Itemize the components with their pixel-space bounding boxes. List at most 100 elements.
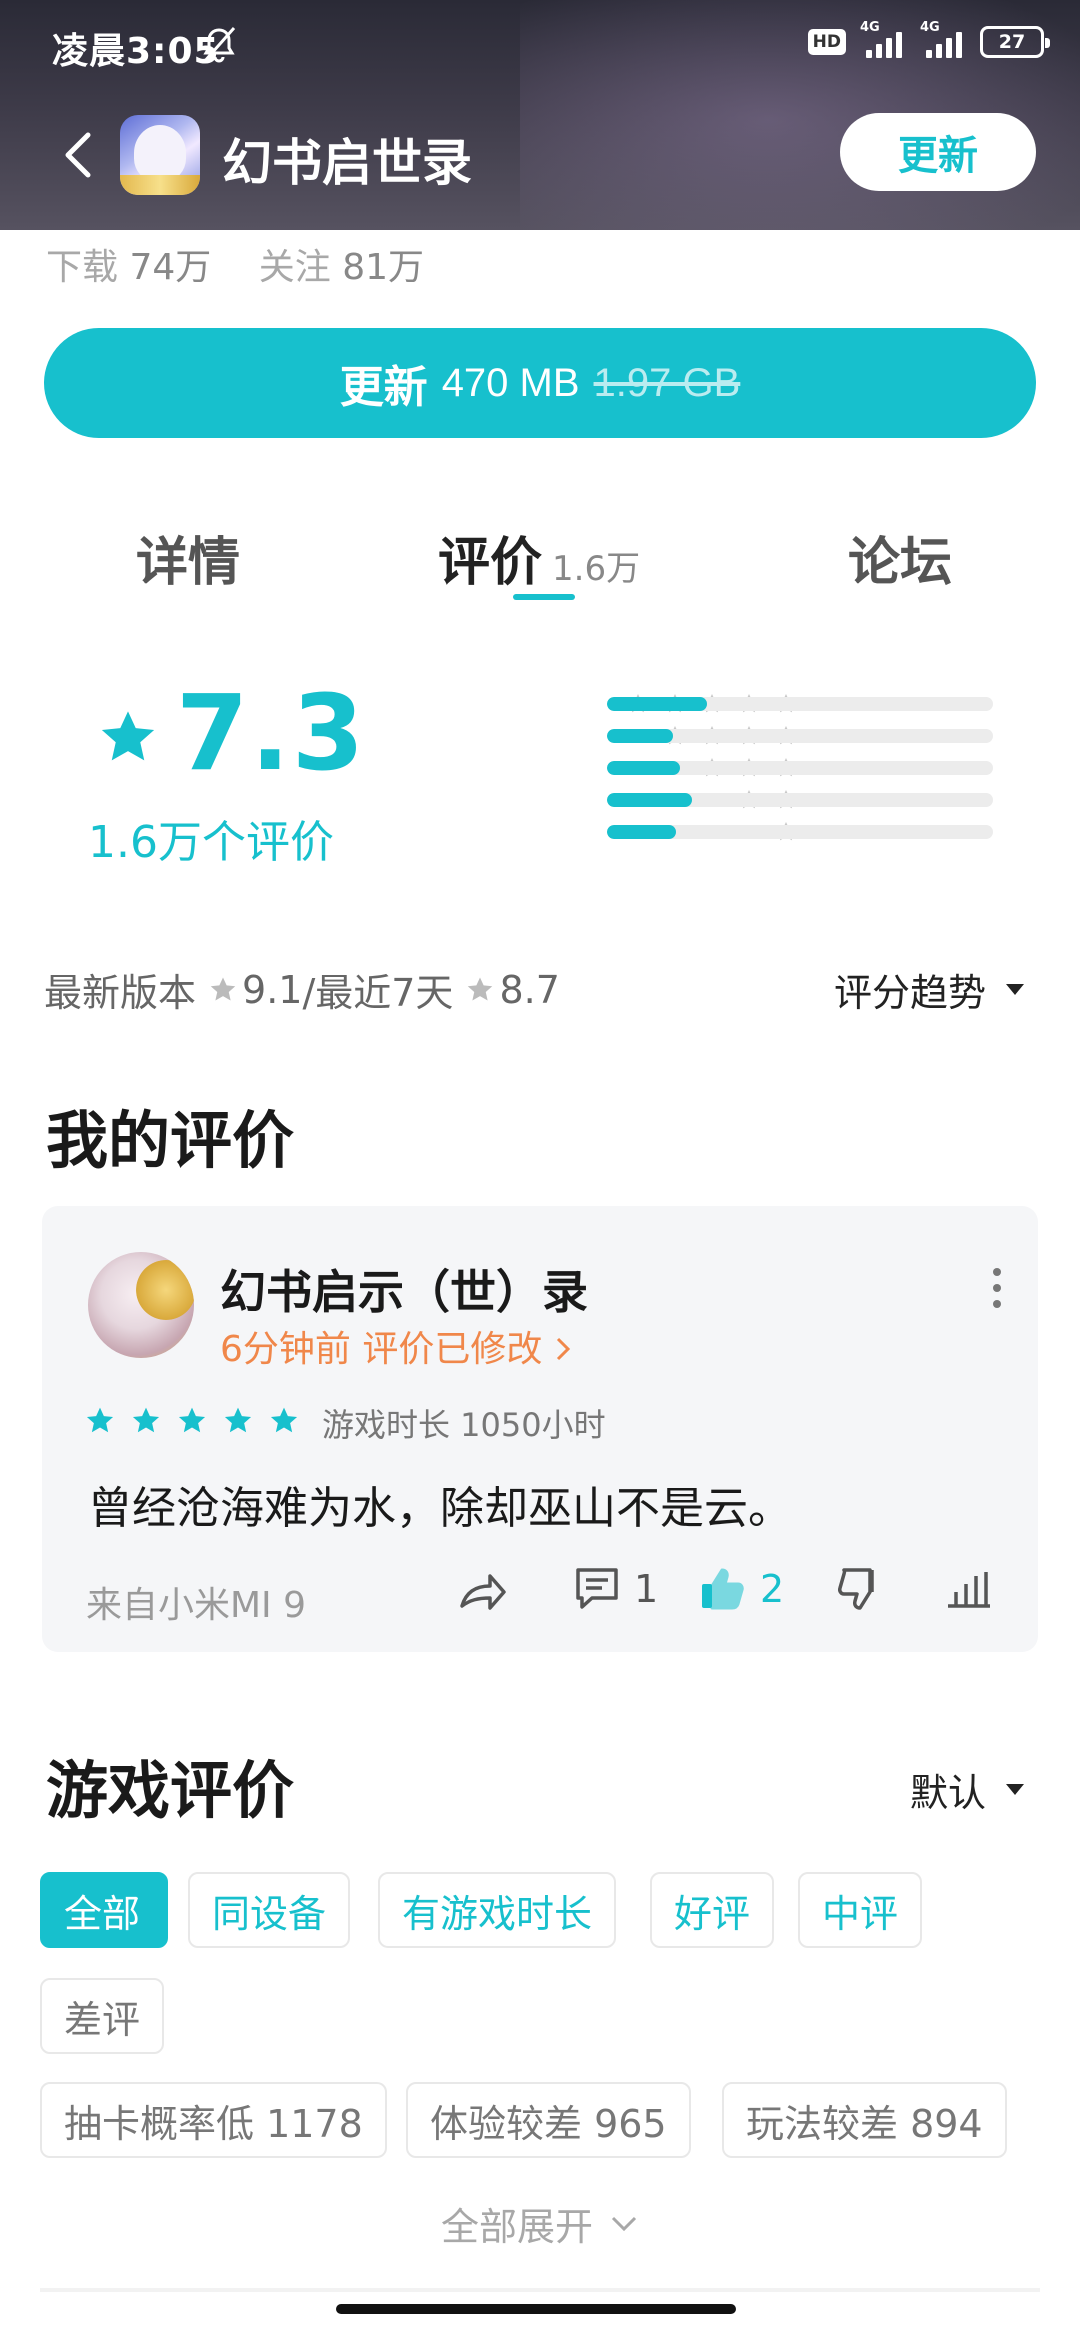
silent-bell-icon — [202, 27, 236, 63]
downloads-label: 下载 — [46, 247, 119, 288]
share-button[interactable] — [454, 1562, 508, 1616]
home-indicator[interactable] — [336, 2304, 736, 2314]
hd-icon: HD — [807, 29, 846, 55]
filter-positive[interactable]: 好评 — [650, 1872, 775, 1948]
more-options-icon[interactable] — [992, 1266, 1002, 1310]
comment-count: 1 — [634, 1567, 659, 1611]
recent-days-score: 8.7 — [499, 967, 560, 1012]
system-icons: HD 4G 4G 27 — [807, 20, 1050, 58]
like-count: 2 — [760, 1567, 785, 1611]
rating-trend-dropdown[interactable]: 评分趋势 — [834, 962, 1024, 1017]
active-tab-indicator — [513, 594, 575, 600]
rating-distribution — [410, 688, 1010, 848]
filter-negative[interactable]: 差评 — [40, 1978, 165, 2054]
downloads-value: 74万 — [129, 247, 212, 288]
review-username: 幻书启示（世）录 — [220, 1265, 588, 1319]
battery-level: 27 — [998, 31, 1026, 53]
signal-icon: 4G — [860, 20, 906, 58]
rating-bar-fill — [607, 761, 681, 775]
header-update-button[interactable]: 更新 — [840, 113, 1036, 191]
rating-count: 1.6万个评价 — [88, 817, 334, 868]
rating-bar-fill — [607, 697, 708, 711]
review-star-icon — [130, 1405, 162, 1441]
rating-score: 7.3 — [176, 672, 367, 794]
playtime: 游戏时长 1050小时 — [322, 1406, 606, 1444]
review-meta-text: 6分钟前 评价已修改 — [220, 1329, 543, 1370]
review-text: 曾经沧海难为水，除却巫山不是云。 — [88, 1483, 792, 1534]
game-reviews-heading: 游戏评价 — [46, 1754, 295, 1827]
update-button-label: 更新 — [339, 363, 428, 412]
rating-bar-fill — [607, 729, 673, 743]
network-type-label: 4G — [860, 20, 880, 35]
tag-chip[interactable]: 体验较差 965 — [406, 2082, 691, 2158]
tag-chip[interactable]: 玩法较差 894 — [722, 2082, 1007, 2158]
tag-chip[interactable]: 抽卡概率低 1178 — [40, 2082, 387, 2158]
tab-bar: 详情 评价 1.6万 论坛 — [0, 510, 1080, 610]
recent-version-score: 9.1 — [242, 967, 303, 1012]
my-review-card[interactable]: 幻书启示（世）录 6分钟前 评价已修改 游戏时长 1050小时 曾经沧海难为水，… — [42, 1206, 1038, 1652]
share-icon — [460, 1574, 506, 1610]
rating-summary: 7.3 1.6万个评价 — [88, 672, 396, 880]
small-star-icon — [210, 977, 236, 1000]
my-review-heading: 我的评价 — [46, 1104, 295, 1177]
rating-distribution-row — [410, 688, 1010, 720]
tab-reviews[interactable]: 评价 1.6万 — [438, 520, 640, 595]
filter-neutral[interactable]: 中评 — [798, 1872, 923, 1948]
rating-distribution-row — [410, 784, 1010, 816]
network-type-label-2: 4G — [920, 20, 940, 35]
tab-reviews-label: 评价 — [438, 533, 543, 593]
rating-bar-fill — [607, 793, 692, 807]
comment-button[interactable]: 1 — [570, 1562, 658, 1616]
status-bar: 凌晨3:05 HD 4G 4G 27 — [0, 0, 1080, 90]
recent-version-label: 最新版本 — [44, 971, 197, 1015]
status-time: 凌晨3:05 — [52, 31, 220, 72]
rating-bar — [607, 793, 993, 807]
thumbs-down-icon — [838, 1568, 874, 1610]
bar-chart-icon — [948, 1572, 990, 1608]
expand-all-label: 全部展开 — [440, 2205, 593, 2249]
expand-all-button[interactable]: 全部展开 — [0, 2196, 1080, 2251]
avatar[interactable] — [88, 1252, 194, 1358]
review-star-icon — [84, 1405, 116, 1441]
thumbs-up-icon — [702, 1568, 744, 1610]
rating-bar — [607, 761, 993, 775]
rating-bar — [607, 697, 993, 711]
tab-reviews-count: 1.6万 — [552, 549, 641, 589]
battery-icon: 27 — [980, 26, 1050, 58]
sort-dropdown[interactable]: 默认 — [910, 1762, 1024, 1817]
review-stars: 游戏时长 1050小时 — [84, 1400, 606, 1446]
update-size: 470 MB — [441, 360, 580, 405]
tab-forum[interactable]: 论坛 — [848, 520, 952, 595]
follows-value: 81万 — [342, 247, 425, 288]
small-star-icon-2 — [468, 977, 493, 1000]
dropdown-caret-icon — [1006, 1784, 1024, 1795]
comment-icon — [576, 1568, 618, 1609]
rating-bar-fill — [607, 825, 677, 839]
star-icon — [101, 711, 155, 761]
chevron-right-icon — [556, 1337, 570, 1361]
rating-distribution-row — [410, 752, 1010, 784]
app-header: 凌晨3:05 HD 4G 4G 27 幻书启世录 更新 — [0, 0, 1080, 230]
filter-has-playtime[interactable]: 有游戏时长 — [378, 1872, 617, 1948]
review-device: 来自小米MI 9 — [86, 1585, 307, 1626]
app-title: 幻书启世录 — [222, 134, 472, 192]
like-button[interactable]: 2 — [696, 1562, 784, 1616]
dislike-button[interactable] — [832, 1562, 886, 1616]
stats-button[interactable] — [942, 1562, 996, 1616]
filter-same-device[interactable]: 同设备 — [188, 1872, 351, 1948]
rating-distribution-row — [410, 816, 1010, 848]
review-star-icon — [268, 1405, 300, 1441]
tab-details[interactable]: 详情 — [136, 520, 240, 595]
update-download-button[interactable]: 更新 470 MB 1.97 GB — [44, 328, 1036, 438]
back-arrow-icon[interactable] — [58, 125, 98, 185]
review-star-icon — [176, 1405, 208, 1441]
filter-all[interactable]: 全部 — [40, 1872, 168, 1948]
review-star-icon — [222, 1405, 254, 1441]
follows-label: 关注 — [258, 247, 331, 288]
review-meta-link[interactable]: 6分钟前 评价已修改 — [220, 1320, 572, 1372]
app-icon — [120, 115, 200, 195]
rating-distribution-row — [410, 720, 1010, 752]
original-size: 1.97 GB — [593, 360, 741, 405]
sort-label: 默认 — [909, 1771, 986, 1815]
app-stats: 下载 74万 关注 81万 — [46, 238, 424, 290]
